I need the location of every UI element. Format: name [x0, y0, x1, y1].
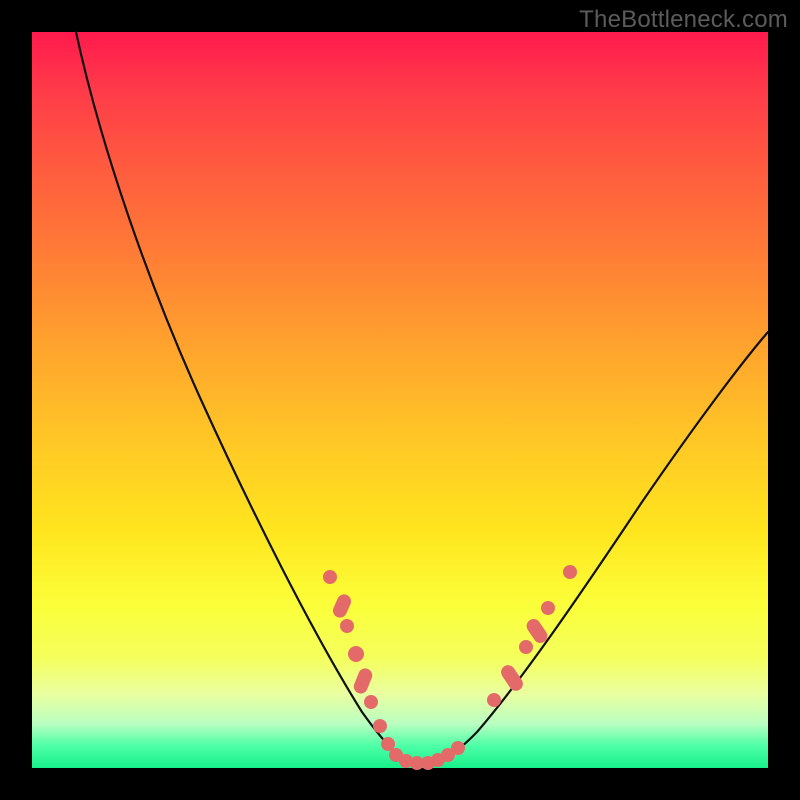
marker-dot — [541, 601, 555, 615]
marker-dot — [364, 695, 378, 709]
marker-dot — [373, 719, 387, 733]
marker-dot — [563, 565, 577, 579]
marker-dot — [498, 662, 525, 693]
curve-layer — [32, 32, 768, 768]
plot-area — [32, 32, 768, 768]
outer-frame: TheBottleneck.com — [0, 0, 800, 800]
bottleneck-curve — [76, 32, 768, 763]
marker-dot — [352, 666, 375, 695]
marker-dot — [323, 570, 337, 584]
marker-dot — [519, 640, 533, 654]
marker-dot — [340, 619, 354, 633]
marker-dot — [487, 693, 501, 707]
marker-dot — [451, 741, 465, 755]
marker-dot — [348, 646, 364, 662]
watermark-text: TheBottleneck.com — [579, 6, 788, 34]
marker-dot — [331, 592, 354, 620]
